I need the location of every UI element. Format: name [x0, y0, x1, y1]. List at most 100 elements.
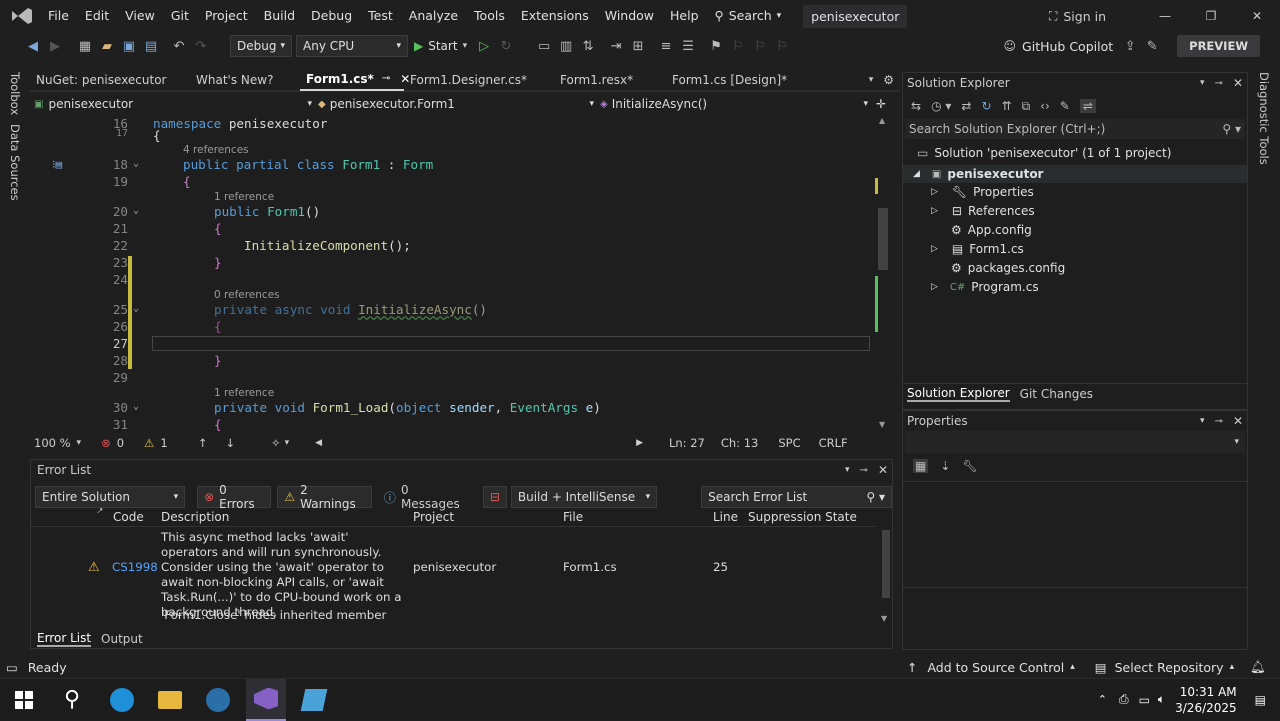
column-project[interactable]: Project: [413, 510, 454, 524]
properties-wrench-icon[interactable]: ✎: [1060, 99, 1070, 113]
code-editor[interactable]: ⁝▤ { 16 namespace penisexecutor 17 4 ref…: [30, 116, 875, 432]
pin-icon[interactable]: ⊸: [860, 465, 868, 476]
errors-filter-button[interactable]: ⊗ 0 Errors: [197, 483, 272, 511]
collapse-icon[interactable]: ⌄: [133, 158, 139, 169]
tab-whats-new[interactable]: What's New?: [190, 69, 300, 91]
preview-selected-icon[interactable]: ⇌: [1079, 99, 1096, 113]
pin-icon[interactable]: ⊸: [382, 68, 390, 90]
project-dropdown[interactable]: ▣ penisexecutor ▾: [30, 97, 312, 111]
diagnostic-tools-tab[interactable]: Diagnostic Tools: [1257, 72, 1271, 165]
platform-select[interactable]: Any CPU ▾: [296, 35, 408, 57]
menu-extensions[interactable]: Extensions: [513, 0, 597, 32]
tab-error-list[interactable]: Error List: [37, 631, 92, 647]
scroll-up-icon[interactable]: ▲: [879, 116, 885, 125]
edge-icon[interactable]: [102, 679, 142, 721]
scroll-thumb[interactable]: [878, 208, 888, 270]
tab-form1-resx[interactable]: Form1.resx*: [554, 69, 666, 91]
messages-filter-button[interactable]: ⓘ 0 Messages: [384, 483, 469, 511]
close-window-button[interactable]: ✕: [1234, 9, 1280, 23]
zoom-level[interactable]: 100 %: [34, 436, 71, 450]
collapse-icon[interactable]: ⌄: [133, 205, 139, 216]
close-icon[interactable]: ✕: [1233, 76, 1243, 90]
tab-form1-cs[interactable]: Form1.cs* ⊸ ✕: [300, 68, 410, 91]
warning-count[interactable]: 1: [160, 436, 167, 450]
copilot-button[interactable]: GitHub Copilot: [1022, 39, 1113, 54]
sign-in-link[interactable]: Sign in: [1063, 9, 1106, 24]
menu-view[interactable]: View: [117, 0, 163, 32]
visual-studio-taskbar-icon[interactable]: [246, 678, 286, 721]
error-list-scrollbar[interactable]: ▼: [880, 526, 892, 630]
layout-icon[interactable]: ▥: [555, 35, 577, 57]
column-suppression-state[interactable]: Suppression State: [748, 510, 857, 524]
tab-solution-explorer[interactable]: Solution Explorer: [907, 386, 1010, 402]
column-description[interactable]: Description: [161, 510, 229, 524]
tree-icon[interactable]: ⊞: [627, 35, 649, 57]
member-dropdown[interactable]: ◈ InitializeAsync() ▾: [594, 97, 868, 111]
build-filter-icon[interactable]: ⊟: [482, 486, 507, 508]
search-button[interactable]: ⚲ Search ▾: [707, 0, 790, 32]
bookmark-clear-icon[interactable]: ⚐: [771, 35, 793, 57]
new-project-icon[interactable]: ▦: [74, 35, 96, 57]
menu-tools[interactable]: Tools: [466, 0, 513, 32]
clock[interactable]: 10:31 AM 3/26/2025: [1175, 684, 1237, 716]
steam-icon[interactable]: [198, 679, 238, 721]
menu-file[interactable]: File: [40, 0, 77, 32]
select-repository-button[interactable]: Select Repository: [1115, 660, 1224, 675]
collapse-icon[interactable]: ⌄: [133, 401, 139, 412]
feedback-icon[interactable]: ✎: [1141, 35, 1163, 57]
class-dropdown[interactable]: ◆ penisexecutor.Form1 ▾: [312, 97, 594, 111]
properties-object-select[interactable]: ▾: [905, 431, 1245, 453]
add-to-source-control-button[interactable]: Add to Source Control: [927, 660, 1064, 675]
codelens-references[interactable]: 4 references: [183, 144, 249, 156]
scroll-right-icon[interactable]: ▶: [636, 438, 643, 448]
menu-test[interactable]: Test: [360, 0, 401, 32]
bookmark-icon[interactable]: ⚑: [705, 35, 727, 57]
scroll-down-icon[interactable]: ▼: [879, 420, 885, 429]
indent-icon[interactable]: ☰: [677, 35, 699, 57]
scroll-thumb[interactable]: [882, 530, 890, 598]
menu-analyze[interactable]: Analyze: [401, 0, 466, 32]
tab-form1-design[interactable]: Form1.cs [Design]*: [666, 69, 796, 91]
whitespace-indicator[interactable]: SPC: [778, 436, 800, 450]
categorized-icon[interactable]: ▦: [913, 459, 929, 473]
next-issue-icon[interactable]: ↓: [225, 436, 235, 450]
app-icon[interactable]: [294, 679, 334, 721]
tab-form1-designer[interactable]: Form1.Designer.cs*: [404, 69, 554, 91]
panel-menu-icon[interactable]: ▾: [845, 465, 850, 475]
column-code[interactable]: Code: [113, 510, 144, 524]
menu-help[interactable]: Help: [662, 0, 707, 32]
column-file[interactable]: File: [563, 510, 583, 524]
solution-search-input[interactable]: Search Solution Explorer (Ctrl+;) ⚲ ▾: [905, 119, 1245, 139]
tree-item-app-config[interactable]: ⚙ App.config: [951, 223, 1032, 237]
build-filter-select[interactable]: Build + IntelliSense ▾: [510, 486, 658, 508]
refresh-icon[interactable]: ↻: [981, 99, 991, 113]
warnings-filter-button[interactable]: ⚠ 2 Warnings: [277, 483, 372, 511]
notification-center-icon[interactable]: ▤: [1255, 693, 1266, 707]
property-pages-icon[interactable]: 🔧︎: [962, 459, 977, 473]
history-icon[interactable]: ◷ ▾: [931, 99, 951, 113]
line-ending-indicator[interactable]: CRLF: [819, 436, 848, 450]
scroll-down-icon[interactable]: ▼: [881, 614, 887, 623]
forward-icon[interactable]: ▶: [44, 35, 66, 57]
line-indicator[interactable]: Ln: 27: [669, 436, 705, 450]
scroll-left-icon[interactable]: ◀: [315, 438, 322, 448]
tray-app-icon[interactable]: ⎙: [1119, 692, 1129, 707]
settings-icon[interactable]: ⚙: [883, 73, 894, 87]
panel-menu-icon[interactable]: ▾: [1200, 78, 1205, 88]
error-count[interactable]: 0: [117, 436, 124, 450]
volume-icon[interactable]: 🔈︎: [1158, 692, 1165, 707]
collapse-all-icon[interactable]: ⇈: [1002, 99, 1012, 113]
view-code-icon[interactable]: ‹›: [1040, 99, 1050, 113]
share-icon[interactable]: ⇪: [1119, 35, 1141, 57]
tree-project[interactable]: ◢ ▣ penisexecutor: [903, 165, 1247, 183]
back-icon[interactable]: ◀: [22, 35, 44, 57]
redo-icon[interactable]: ↷: [190, 35, 212, 57]
scope-select[interactable]: Entire Solution ▾: [35, 486, 186, 508]
codelens-references[interactable]: 1 reference: [214, 191, 274, 203]
split-editor-icon[interactable]: ✛: [876, 97, 886, 111]
close-icon[interactable]: ✕: [1233, 414, 1243, 428]
restore-button[interactable]: ❐: [1188, 9, 1234, 23]
show-all-files-icon[interactable]: ⧉: [1022, 99, 1031, 114]
start-without-debug-icon[interactable]: ▷: [473, 35, 495, 57]
pin-icon[interactable]: ⊸: [1215, 78, 1223, 89]
